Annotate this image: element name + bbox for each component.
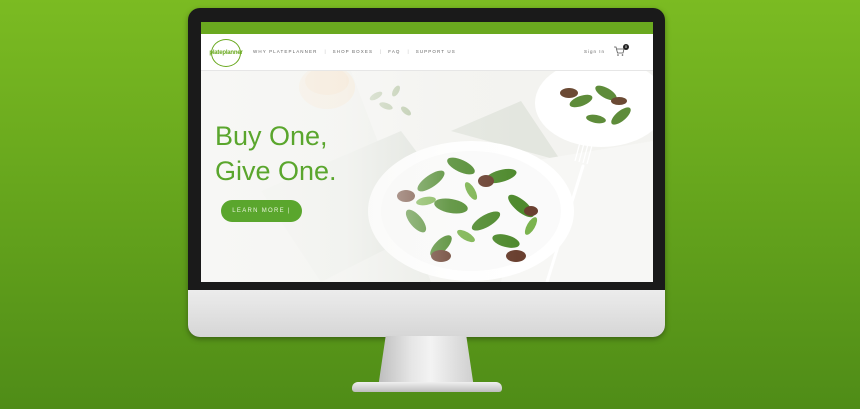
nav-link-faq[interactable]: FAQ [388, 49, 400, 54]
nav-separator: | [380, 49, 382, 54]
monitor-stand-base [352, 382, 502, 392]
headline-line-2: Give One. [215, 156, 337, 186]
site-header: plateplanner Why Plateplanner | Shop Box… [201, 34, 653, 71]
nav-separator: | [407, 49, 409, 54]
learn-more-button[interactable]: LEARN MORE | [221, 200, 302, 222]
monitor-stand [378, 336, 474, 388]
announcement-bar [201, 22, 653, 34]
website-screen: plateplanner Why Plateplanner | Shop Box… [201, 22, 653, 282]
hero-section: Buy One, Give One. LEARN MORE | [201, 71, 653, 282]
nav-separator: | [324, 49, 326, 54]
hero-headline: Buy One, Give One. [215, 119, 337, 189]
sign-in-link[interactable]: Sign In [584, 49, 605, 54]
nav-link-why-plateplanner[interactable]: Why Plateplanner [253, 49, 317, 54]
logo-text: plateplanner [209, 50, 243, 56]
cart-count-badge: 0 [623, 44, 629, 50]
headline-line-1: Buy One, [215, 121, 328, 151]
nav-link-shop-boxes[interactable]: Shop Boxes [333, 49, 373, 54]
monitor-chin [188, 290, 665, 337]
site-logo[interactable]: plateplanner [209, 39, 243, 67]
nav-link-support-us[interactable]: Support Us [416, 49, 456, 54]
main-nav: Why Plateplanner | Shop Boxes | FAQ | Su… [253, 49, 456, 54]
